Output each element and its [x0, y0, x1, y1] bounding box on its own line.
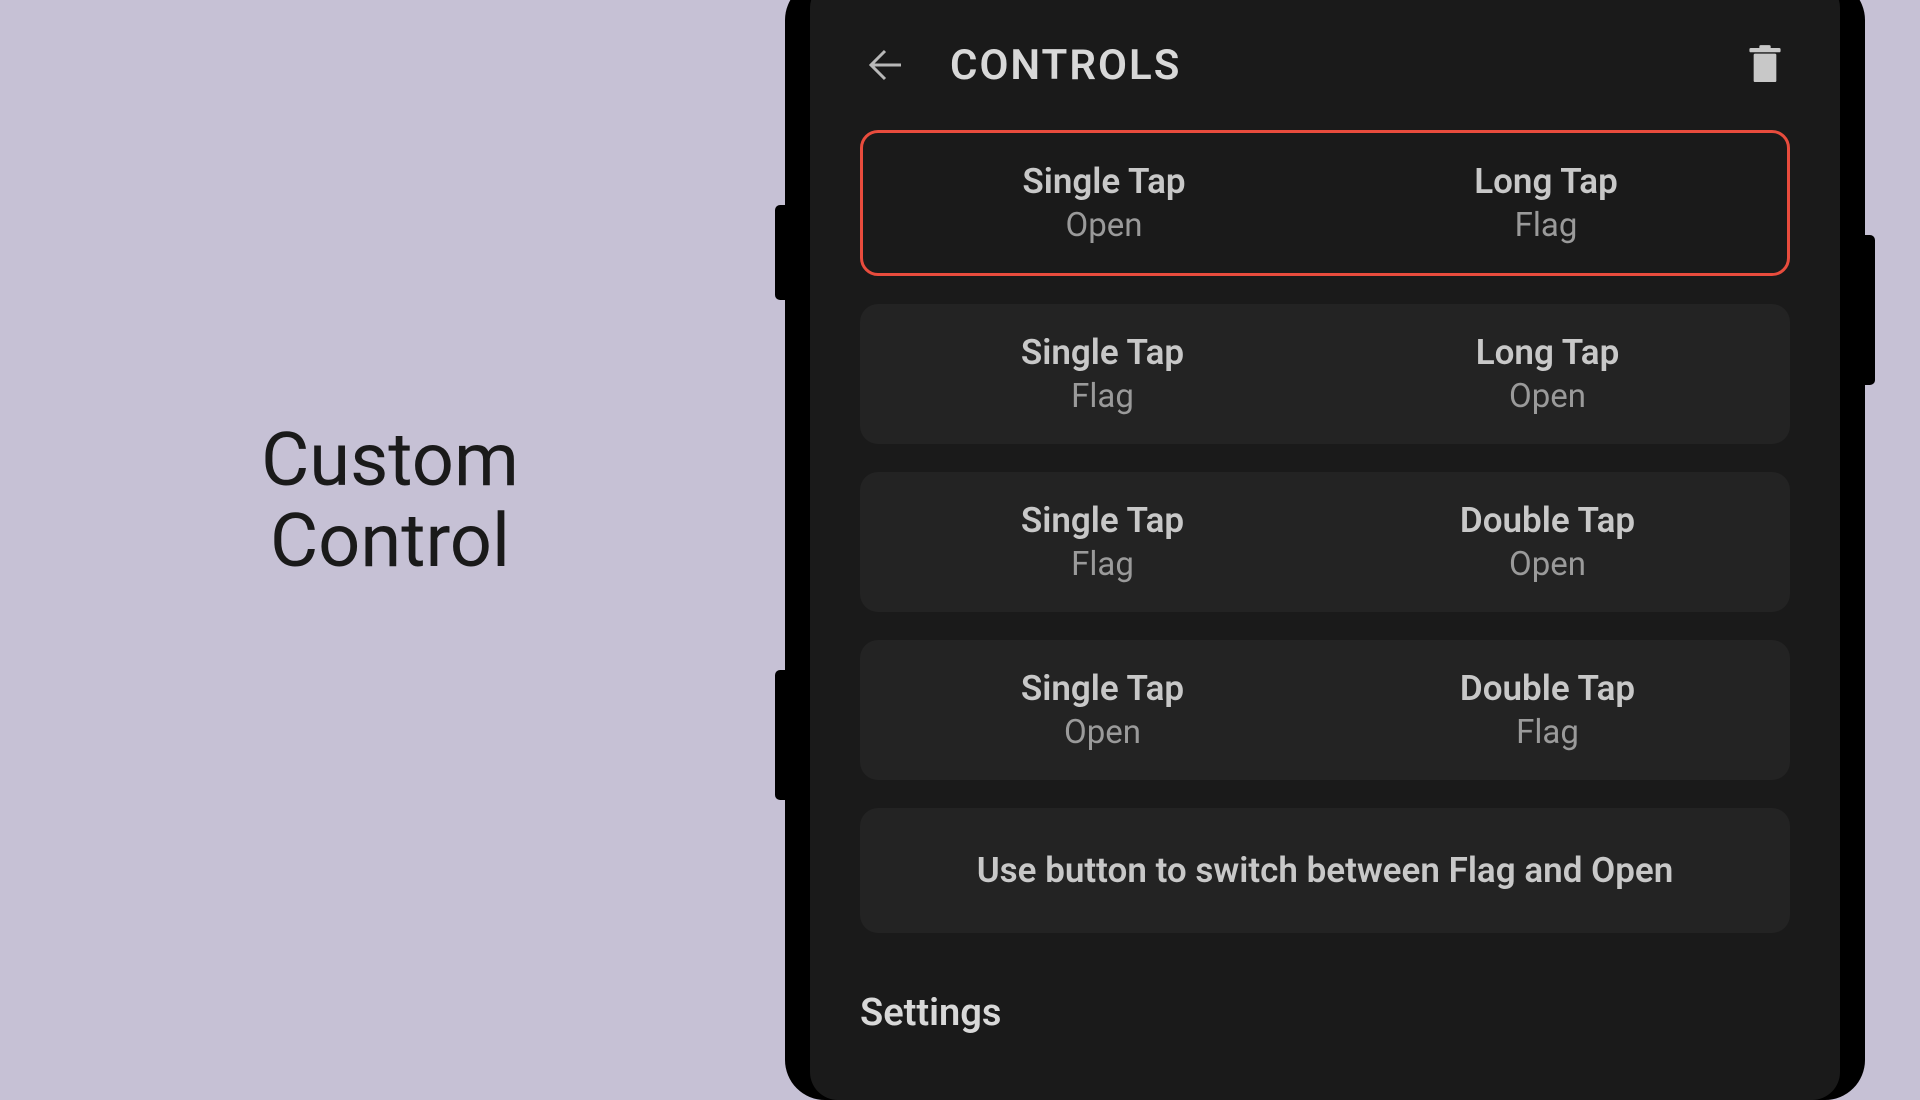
- option-label: Long Tap: [1325, 161, 1767, 202]
- option-value: Open: [880, 713, 1325, 752]
- option-label: Single Tap: [883, 161, 1325, 202]
- phone-button-left-top: [775, 205, 785, 300]
- option-value: Open: [1325, 545, 1770, 584]
- option-right: Long Tap Open: [1325, 332, 1770, 416]
- option-left: Single Tap Flag: [880, 500, 1325, 584]
- option-label: Single Tap: [880, 500, 1325, 541]
- back-button[interactable]: [860, 40, 910, 90]
- control-option-1[interactable]: Single Tap Open Long Tap Flag: [860, 130, 1790, 276]
- phone-frame: CONTROLS Single Tap Open Long Tap Flag: [785, 0, 1865, 1100]
- page-description: Custom Control: [261, 420, 519, 583]
- description-line-2: Control: [270, 498, 510, 585]
- switch-option-text: Use button to switch between Flag and Op…: [880, 850, 1770, 891]
- app-header: CONTROLS: [810, 0, 1840, 130]
- option-label: Single Tap: [880, 332, 1325, 373]
- control-option-switch[interactable]: Use button to switch between Flag and Op…: [860, 808, 1790, 933]
- options-container: Single Tap Open Long Tap Flag Single Tap…: [810, 130, 1840, 933]
- option-value: Flag: [880, 545, 1325, 584]
- control-option-3[interactable]: Single Tap Flag Double Tap Open: [860, 472, 1790, 612]
- option-value: Open: [1325, 377, 1770, 416]
- trash-button[interactable]: [1740, 40, 1790, 90]
- left-panel: Custom Control: [0, 0, 780, 1080]
- option-label: Double Tap: [1325, 668, 1770, 709]
- option-left: Single Tap Open: [880, 668, 1325, 752]
- control-option-4[interactable]: Single Tap Open Double Tap Flag: [860, 640, 1790, 780]
- phone-button-left-bottom: [775, 670, 785, 800]
- description-line-1: Custom: [261, 417, 519, 504]
- back-arrow-icon: [865, 45, 905, 85]
- option-right: Double Tap Open: [1325, 500, 1770, 584]
- option-right: Long Tap Flag: [1325, 161, 1767, 245]
- option-left: Single Tap Open: [883, 161, 1325, 245]
- trash-icon: [1748, 45, 1782, 85]
- option-left: Single Tap Flag: [880, 332, 1325, 416]
- phone-screen: CONTROLS Single Tap Open Long Tap Flag: [810, 0, 1840, 1100]
- control-option-2[interactable]: Single Tap Flag Long Tap Open: [860, 304, 1790, 444]
- option-value: Flag: [1325, 713, 1770, 752]
- option-label: Double Tap: [1325, 500, 1770, 541]
- phone-button-right: [1865, 235, 1875, 385]
- option-value: Flag: [1325, 206, 1767, 245]
- option-right: Double Tap Flag: [1325, 668, 1770, 752]
- option-label: Single Tap: [880, 668, 1325, 709]
- settings-section-title: Settings: [810, 961, 1840, 1035]
- option-value: Flag: [880, 377, 1325, 416]
- option-value: Open: [883, 206, 1325, 245]
- header-title: CONTROLS: [950, 41, 1700, 90]
- option-label: Long Tap: [1325, 332, 1770, 373]
